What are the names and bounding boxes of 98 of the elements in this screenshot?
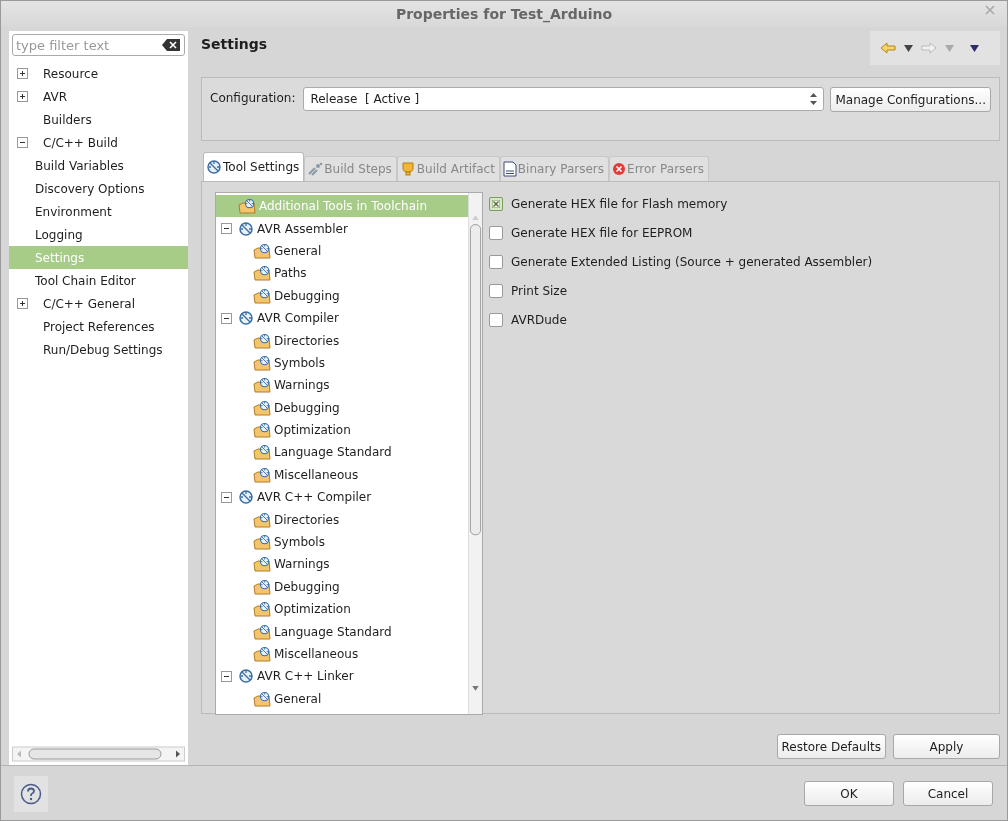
folder-icon bbox=[238, 198, 256, 215]
nav-item[interactable]: C/C++ General bbox=[9, 292, 188, 315]
expand-icon[interactable] bbox=[17, 91, 28, 102]
checkbox[interactable] bbox=[489, 197, 503, 211]
folder-icon bbox=[253, 332, 271, 349]
folder-icon bbox=[253, 511, 271, 528]
checkbox[interactable] bbox=[489, 226, 503, 240]
folder-icon bbox=[253, 399, 271, 416]
checkbox-label[interactable]: Generate HEX file for Flash memory bbox=[511, 197, 728, 211]
tree-item[interactable]: Optimization bbox=[216, 598, 468, 621]
tree-item[interactable]: Warnings bbox=[216, 553, 468, 576]
nav-item[interactable]: Environment bbox=[9, 200, 188, 223]
tree-item[interactable]: Debugging bbox=[216, 284, 468, 307]
checkbox[interactable] bbox=[489, 255, 503, 269]
help-icon bbox=[20, 782, 42, 805]
help-button[interactable] bbox=[14, 775, 48, 812]
apply-button[interactable]: Apply bbox=[893, 734, 1000, 759]
checkbox[interactable] bbox=[489, 284, 503, 298]
tree-item[interactable]: Optimization bbox=[216, 418, 468, 442]
dropdown-icon[interactable] bbox=[904, 44, 913, 52]
nav-item[interactable]: Run/Debug Settings bbox=[9, 338, 188, 361]
spinner-icon bbox=[810, 93, 818, 105]
collapse-icon[interactable] bbox=[17, 137, 28, 148]
collapse-icon[interactable] bbox=[221, 223, 232, 235]
dial-icon bbox=[206, 159, 222, 175]
ok-button[interactable]: OK bbox=[804, 781, 894, 806]
tree-item[interactable]: AVR C++ Compiler bbox=[216, 486, 468, 509]
clear-icon[interactable] bbox=[162, 39, 180, 51]
configuration-label: Configuration: bbox=[210, 90, 296, 105]
folder-icon bbox=[253, 534, 271, 551]
checkbox-label[interactable]: AVRDude bbox=[511, 313, 567, 327]
dial-icon bbox=[238, 310, 254, 327]
folder-icon bbox=[253, 444, 271, 461]
expand-icon[interactable] bbox=[17, 68, 28, 79]
folder-icon bbox=[253, 265, 271, 282]
tree-item[interactable]: Miscellaneous bbox=[216, 463, 468, 487]
folder-icon bbox=[253, 377, 271, 394]
page-title: Settings bbox=[201, 36, 268, 52]
folder-icon bbox=[253, 354, 271, 371]
dial-icon bbox=[238, 489, 254, 506]
tree-item[interactable]: Directories bbox=[216, 508, 468, 531]
folder-icon bbox=[253, 466, 271, 483]
tree-item[interactable]: Language Standard bbox=[216, 620, 468, 643]
tree-item[interactable]: Directories bbox=[216, 329, 468, 352]
nav-item[interactable]: Builders bbox=[9, 108, 188, 131]
folder-icon bbox=[253, 646, 271, 662]
checkbox-label[interactable]: Generate HEX file for EEPROM bbox=[511, 226, 693, 240]
tree-item[interactable]: Paths bbox=[216, 262, 468, 285]
checkbox[interactable] bbox=[489, 313, 503, 327]
folder-icon bbox=[253, 287, 271, 304]
tree-item[interactable]: Symbols bbox=[216, 530, 468, 554]
collapse-icon[interactable] bbox=[221, 670, 232, 682]
steps-icon bbox=[307, 161, 324, 177]
cancel-button[interactable]: Cancel bbox=[903, 781, 993, 806]
nav-item[interactable]: Tool Chain Editor bbox=[9, 269, 188, 292]
window-title: Properties for Test_Arduino bbox=[395, 6, 613, 22]
tab[interactable]: Tool Settings bbox=[203, 152, 305, 181]
error-icon bbox=[612, 162, 627, 176]
folder-icon bbox=[253, 601, 271, 618]
nav-item[interactable]: AVR bbox=[9, 85, 188, 108]
document-icon bbox=[502, 161, 517, 177]
tree-item[interactable]: AVR C++ Linker bbox=[216, 665, 468, 688]
manage-configurations-button[interactable]: Manage Configurations... bbox=[830, 87, 991, 112]
nav-item[interactable]: Resource bbox=[9, 62, 188, 85]
folder-icon bbox=[253, 422, 271, 439]
folder-icon bbox=[253, 690, 271, 707]
tree-item[interactable]: Warnings bbox=[216, 374, 468, 397]
tree-item[interactable]: Language Standard bbox=[216, 441, 468, 464]
tree-item[interactable]: AVR Assembler bbox=[216, 217, 468, 240]
nav-item[interactable]: C/C++ Build bbox=[9, 131, 188, 154]
tree-item[interactable]: Symbols bbox=[216, 351, 468, 375]
folder-icon bbox=[253, 623, 271, 640]
restore-defaults-button[interactable]: Restore Defaults bbox=[776, 734, 886, 759]
nav-item[interactable]: Logging bbox=[9, 223, 188, 246]
checkbox-label[interactable]: Print Size bbox=[511, 284, 568, 298]
collapse-icon[interactable] bbox=[221, 312, 232, 324]
tree-item[interactable]: Debugging bbox=[216, 575, 468, 599]
configuration-dropdown[interactable]: Release [ Active ] bbox=[303, 87, 825, 111]
folder-icon bbox=[253, 578, 271, 595]
dial-icon bbox=[238, 220, 254, 237]
tree-item[interactable]: Debugging bbox=[216, 396, 468, 419]
menu-icon[interactable] bbox=[970, 44, 979, 52]
dial-icon bbox=[238, 668, 254, 685]
expand-icon[interactable] bbox=[17, 298, 28, 309]
collapse-icon[interactable] bbox=[221, 491, 232, 503]
tree-item[interactable]: AVR Compiler bbox=[216, 306, 468, 330]
filter-field[interactable]: type filter text bbox=[12, 34, 185, 56]
nav-item[interactable]: Project References bbox=[9, 315, 188, 338]
folder-icon bbox=[253, 556, 271, 573]
trophy-icon bbox=[399, 161, 416, 177]
checkbox-label[interactable]: Generate Extended Listing (Source + generated Assembler) bbox=[511, 255, 873, 269]
folder-icon bbox=[253, 242, 271, 259]
tree-item[interactable]: General bbox=[216, 239, 468, 263]
nav-item[interactable]: Discovery Options bbox=[9, 177, 188, 200]
tree-item[interactable]: General bbox=[216, 687, 468, 710]
tree-item[interactable]: Miscellaneous bbox=[216, 642, 468, 666]
nav-item[interactable]: Build Variables bbox=[9, 154, 188, 177]
check-icon bbox=[492, 200, 500, 208]
